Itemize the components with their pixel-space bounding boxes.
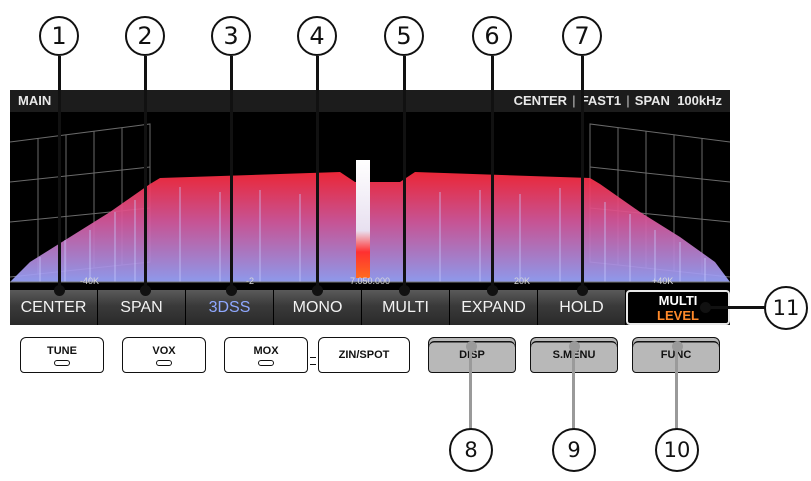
callout-6-label: 6	[484, 22, 500, 50]
leader-6-dot	[487, 285, 498, 296]
leader-7	[581, 56, 584, 290]
freq-tick-1: -40K	[80, 276, 100, 286]
vox-key-label: VOX	[152, 345, 176, 357]
callout-5: 5	[384, 16, 424, 56]
callout-8: 8	[449, 428, 493, 472]
callout-4: 4	[297, 16, 337, 56]
leader-3-dot	[226, 285, 237, 296]
tune-led	[54, 360, 70, 366]
tune-key-label: TUNE	[47, 345, 77, 357]
freq-tick-4: 20K	[514, 276, 531, 286]
leader-2	[144, 56, 147, 290]
zin-spot-key-label: ZIN/SPOT	[338, 349, 390, 361]
freq-tick-2: -2	[246, 276, 255, 286]
callout-4-label: 4	[309, 22, 325, 50]
leader-5	[403, 56, 406, 290]
callout-9: 9	[552, 428, 596, 472]
display-title-bar: MAIN CENTER | FAST1 | SPAN 100kHz	[10, 90, 730, 112]
zin-spot-key[interactable]: ZIN/SPOT	[318, 337, 410, 373]
scope-mode: CENTER	[513, 93, 568, 108]
mox-led	[258, 360, 274, 366]
leader-3	[230, 56, 233, 290]
callout-11: 11	[764, 286, 808, 330]
callout-10: 10	[655, 428, 699, 472]
vox-led	[156, 360, 172, 366]
softkey-bar: CENTER SPAN 3DSS MONO MULTI EXPAND HOLD …	[10, 290, 730, 325]
leader-11-dot	[700, 302, 711, 313]
receiver-label: MAIN	[18, 93, 52, 108]
freq-tick-5: +40K	[652, 276, 674, 286]
leader-10	[675, 346, 678, 430]
callout-11-label: 11	[772, 296, 800, 320]
callout-2: 2	[125, 16, 165, 56]
callout-1-label: 1	[51, 22, 67, 50]
scope-status: CENTER | FAST1 | SPAN 100kHz	[513, 93, 722, 108]
callout-9-label: 9	[567, 438, 581, 462]
leader-4-dot	[312, 285, 323, 296]
leader-9	[572, 346, 575, 430]
callout-3-label: 3	[223, 22, 239, 50]
softkey-center[interactable]: CENTER	[10, 290, 98, 325]
leader-2-dot	[140, 285, 151, 296]
leader-8	[469, 346, 472, 430]
callout-1: 1	[39, 16, 79, 56]
tune-key[interactable]: TUNE	[20, 337, 104, 373]
mox-key[interactable]: MOX	[224, 337, 308, 373]
callout-10-label: 10	[663, 438, 691, 462]
spectrum-display: MAIN CENTER | FAST1 | SPAN 100kHz -40K -…	[10, 90, 730, 325]
callout-6: 6	[472, 16, 512, 56]
softkey-multi-level-line1: MULTI	[658, 292, 698, 308]
leader-1	[58, 56, 61, 290]
leader-11	[704, 306, 766, 309]
scope-speed: FAST1	[580, 93, 622, 108]
callout-3: 3	[211, 16, 251, 56]
callout-7-label: 7	[574, 22, 590, 50]
leader-4	[316, 56, 319, 290]
center-signal	[356, 160, 370, 278]
softkey-multi-level-line2: LEVEL	[657, 307, 699, 323]
leader-7-dot	[577, 285, 588, 296]
freq-tick-center: 7.050.000	[350, 276, 391, 286]
mox-zin-link	[310, 357, 316, 365]
vox-key[interactable]: VOX	[122, 337, 206, 373]
leader-6	[491, 56, 494, 290]
callout-7: 7	[562, 16, 602, 56]
span-value: 100kHz	[677, 93, 722, 108]
callout-2-label: 2	[137, 22, 153, 50]
span-label: SPAN	[634, 93, 670, 108]
mox-key-label: MOX	[253, 345, 279, 357]
spectrum-scope	[10, 123, 730, 283]
callout-8-label: 8	[464, 438, 478, 462]
leader-5-dot	[399, 285, 410, 296]
leader-1-dot	[54, 285, 65, 296]
callout-5-label: 5	[396, 22, 412, 50]
